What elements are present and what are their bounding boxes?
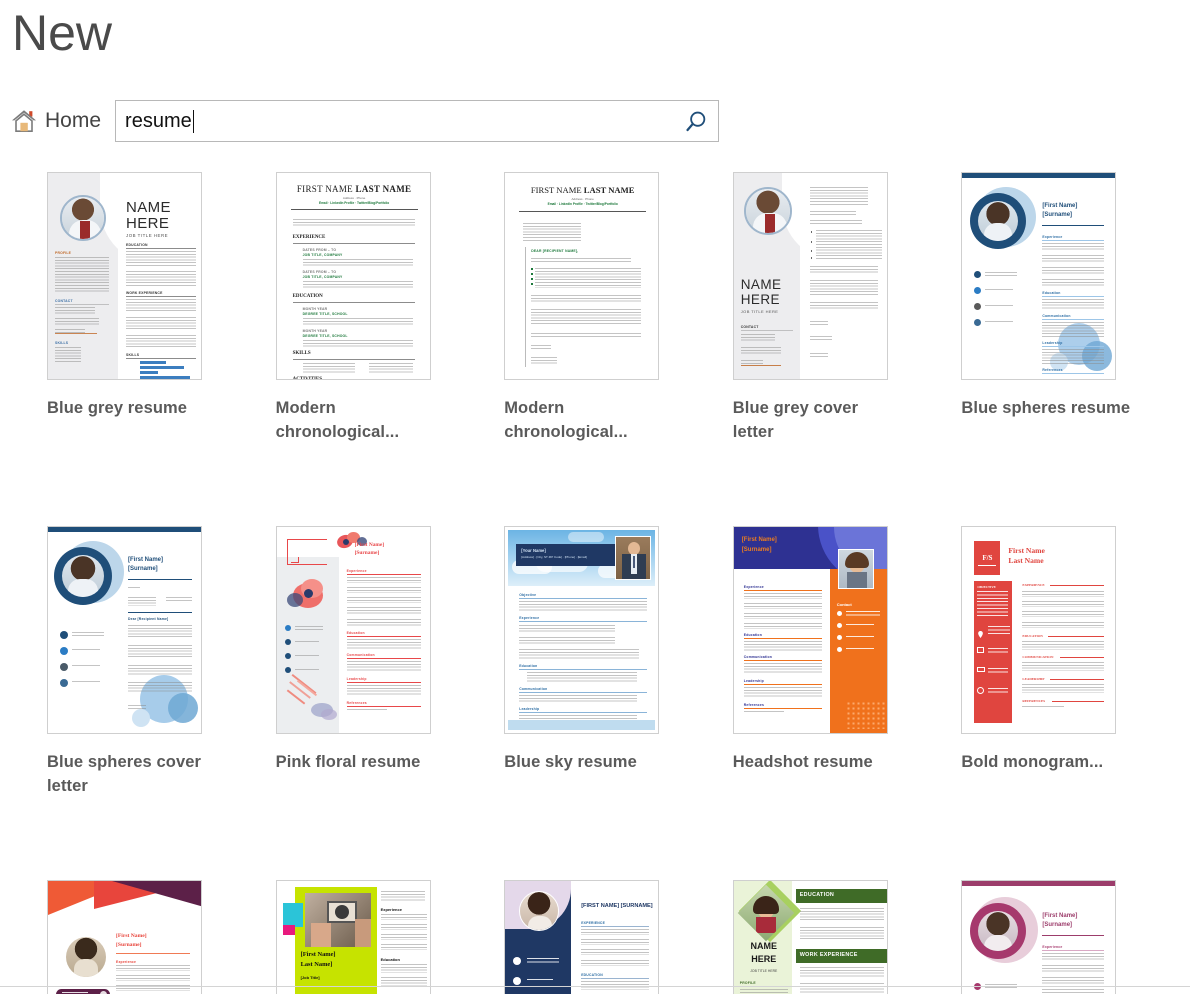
template-tile[interactable]: [First Name] [Surname] Experience Educat… (961, 172, 1190, 444)
search-magnifier-icon[interactable] (678, 104, 714, 140)
search-input-value: resume (125, 109, 192, 132)
template-tile[interactable]: [Your Name] [Address] · [City, ST ZIP Co… (504, 526, 733, 798)
template-tile[interactable]: [First Name] Last Name] [Job Title] Phon… (275, 880, 505, 994)
template-label: Blue spheres resume (961, 399, 1131, 417)
template-tile[interactable]: NAME HERE JOB TITLE HERE CONTACT Blue gr… (732, 172, 962, 444)
template-row: PROFILE CONTACT SKILLS NAME HERE JOB TIT… (47, 172, 1190, 444)
template-label: Bold monogram... (961, 753, 1104, 771)
template-tile[interactable]: OBJECTIVE [FIRST NAME] [SURNAME] EXPERIE… (504, 880, 733, 994)
search-bar-row: Home resume (10, 100, 720, 142)
template-tile[interactable]: [First Name] [Surname] Experience Educat… (47, 880, 276, 994)
template-thumbnail[interactable]: [First Name] [Surname] Experience Educat… (275, 526, 431, 734)
template-label: Blue grey cover letter (732, 399, 859, 441)
page-title: New (12, 5, 113, 61)
template-tile[interactable]: PROFILE CONTACT SKILLS NAME HERE JOB TIT… (47, 172, 276, 444)
new-document-page: New Home resume PROFILE CONTACT SKILLS N… (0, 0, 1190, 994)
template-thumbnail[interactable]: NAME HERE JOB TITLE HERE PROFILE CONTACT (732, 880, 888, 994)
template-thumbnail[interactable]: PROFILE CONTACT SKILLS NAME HERE JOB TIT… (47, 172, 202, 380)
template-tile[interactable]: [First Name] [Surname] Contact Experienc… (732, 526, 962, 798)
template-label: Pink floral resume (275, 753, 421, 771)
template-thumbnail[interactable]: NAME HERE JOB TITLE HERE CONTACT (732, 172, 888, 380)
template-thumbnail[interactable]: FIRST NAME LAST NAME Address · Phone Ema… (275, 172, 431, 380)
template-label: Blue sky resume (504, 753, 637, 771)
bottom-divider (0, 986, 1190, 987)
template-row: [First Name] [Surname] Experience Educat… (47, 880, 1190, 994)
template-thumbnail[interactable]: OBJECTIVE [FIRST NAME] [SURNAME] EXPERIE… (504, 880, 660, 994)
template-tile[interactable]: F/S First Name Last Name OBJECTIVE EXPER… (961, 526, 1190, 798)
template-label: Modern chronological... (275, 399, 400, 441)
template-thumbnail[interactable]: [First Name] [Surname] Experience Educat… (961, 172, 1117, 380)
template-label: Modern chronological... (504, 399, 628, 441)
template-label: Headshot resume (732, 753, 873, 771)
template-thumbnail[interactable]: [Your Name] [Address] · [City, ST ZIP Co… (504, 526, 660, 734)
template-tile[interactable]: [First Name] [Surname] Experience Educat… (275, 526, 505, 798)
template-thumbnail[interactable]: F/S First Name Last Name OBJECTIVE EXPER… (961, 526, 1117, 734)
template-thumbnail[interactable]: [First Name] [Surname] Dear [Recipient N… (47, 526, 202, 734)
home-label: Home (45, 109, 102, 132)
template-tile[interactable]: FIRST NAME LAST NAME Address · Phone Ema… (275, 172, 505, 444)
home-icon (10, 108, 38, 134)
home-button[interactable]: Home (10, 100, 101, 142)
template-row: [First Name] [Surname] Dear [Recipient N… (47, 526, 1190, 798)
template-thumbnail[interactable]: [First Name] [Surname] Experience Educat… (47, 880, 202, 994)
template-tile[interactable]: [First Name] [Surname] Dear [Recipient N… (47, 526, 276, 798)
template-thumbnail[interactable]: FIRST NAME LAST NAME Address · Phone Ema… (504, 172, 660, 380)
template-thumbnail[interactable]: [First Name] Last Name] [Job Title] Phon… (275, 880, 431, 994)
template-label: Blue spheres cover letter (47, 753, 202, 795)
text-caret (192, 109, 194, 133)
template-tile[interactable]: [First Name] [Surname] Experience Educat… (961, 880, 1190, 994)
template-thumbnail[interactable]: [First Name] [Surname] Contact Experienc… (732, 526, 888, 734)
template-tile[interactable]: NAME HERE JOB TITLE HERE PROFILE CONTACT (732, 880, 962, 994)
template-tile[interactable]: FIRST NAME LAST NAME Address · Phone Ema… (504, 172, 733, 444)
search-input[interactable]: resume (115, 100, 720, 142)
template-label: Blue grey resume (47, 399, 188, 417)
template-thumbnail[interactable]: [First Name] [Surname] Experience Educat… (961, 880, 1117, 994)
template-grid: PROFILE CONTACT SKILLS NAME HERE JOB TIT… (47, 172, 1190, 994)
